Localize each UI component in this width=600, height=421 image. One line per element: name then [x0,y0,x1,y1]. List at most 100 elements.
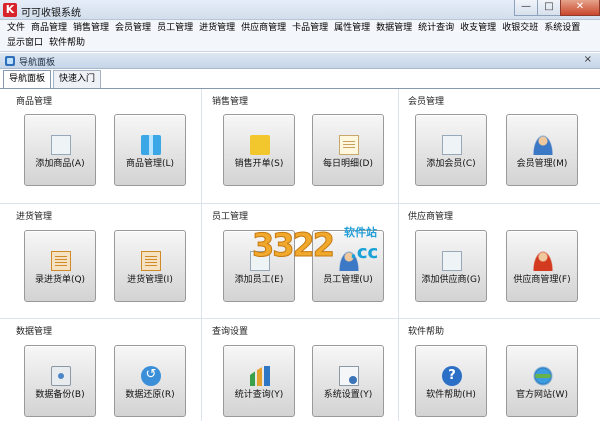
group-title: 供应商管理 [408,212,454,222]
panel-icon [5,56,15,66]
gift-icon [141,135,161,155]
tile-label: 商品管理(L) [125,159,175,169]
menu-attribute[interactable]: 属性管理 [331,21,373,36]
group-title: 会员管理 [408,97,445,107]
column-divider [201,89,202,421]
maximize-button[interactable]: □ [537,0,561,16]
menu-settings[interactable]: 系统设置 [541,21,583,36]
tile-label: 统计查询(Y) [234,390,284,400]
tile-label: 供应商管理(F) [513,275,571,285]
menu-help[interactable]: 软件帮助 [46,36,88,51]
tile-label: 添加商品(A) [35,159,85,169]
watermark-domain: .cc [350,242,379,263]
help-icon: ? [442,366,462,386]
minimize-button[interactable]: — [514,0,538,16]
group-sales: 销售管理 销售开单(S) 每日明细(D) [206,92,396,202]
group-title: 员工管理 [212,212,249,222]
tile-label: 数据备份(B) [35,390,85,400]
purchase-order-button[interactable]: 录进货单(Q) [24,230,96,302]
menu-supplier[interactable]: 供应商管理 [238,21,289,36]
tab-nav-panel[interactable]: 导航面板 [3,70,52,89]
group-title: 商品管理 [16,97,53,107]
tile-label: 每日明细(D) [323,159,373,169]
nav-panel-title: 导航面板 [19,58,56,68]
watermark-logo: 3322 软件站 .cc [251,222,402,276]
official-site-button[interactable]: 官方网站(W) [506,345,578,417]
sales-order-button[interactable]: 销售开单(S) [223,114,295,186]
software-help-button[interactable]: ? 软件帮助(H) [415,345,487,417]
menu-data[interactable]: 数据管理 [373,21,415,36]
group-data: 数据管理 数据备份(B) 数据还原(R) [10,322,200,421]
tile-label: 数据还原(R) [125,390,175,400]
tile-label: 添加供应商(G) [421,275,481,285]
purchase-order-icon [51,251,71,271]
menu-staff[interactable]: 员工管理 [154,21,196,36]
tile-label: 添加会员(C) [426,159,476,169]
tile-label: 官方网站(W) [516,390,568,400]
restore-icon [141,366,161,386]
member-icon [533,135,553,155]
group-title: 进货管理 [16,212,53,222]
data-restore-button[interactable]: 数据还原(R) [114,345,186,417]
menu-card[interactable]: 卡品管理 [289,21,331,36]
group-purchase: 进货管理 录进货单(Q) 进货管理(I) [10,207,200,317]
tab-quick-start[interactable]: 快速入门 [53,70,102,88]
daily-detail-button[interactable]: 每日明细(D) [312,114,384,186]
title-bar: K 可可收银系统 — □ ✕ [0,0,600,20]
system-settings-button[interactable]: 系统设置(Y) [312,345,384,417]
watermark-chinese: 软件站 [344,226,377,239]
group-supplier: 供应商管理 添加供应商(G) 供应商管理(F) [402,207,598,317]
add-member-icon [442,135,462,155]
tile-label: 录进货单(Q) [34,275,86,285]
group-title: 数据管理 [16,327,53,337]
group-product: 商品管理 添加商品(A) 商品管理(L) [10,92,200,202]
tile-label: 销售开单(S) [234,159,284,169]
close-button[interactable]: ✕ [560,0,600,16]
app-logo-icon: K [3,3,17,17]
menu-product[interactable]: 商品管理 [28,21,70,36]
menu-window[interactable]: 显示窗口 [4,36,46,51]
group-title: 软件帮助 [408,327,445,337]
window-title: 可可收银系统 [21,8,81,19]
group-member: 会员管理 添加会员(C) 会员管理(M) [402,92,598,202]
menu-purchase[interactable]: 进货管理 [196,21,238,36]
nav-tabs: 导航面板 快速入门 [3,70,103,89]
add-product-button[interactable]: 添加商品(A) [24,114,96,186]
group-help: 软件帮助 ? 软件帮助(H) 官方网站(W) [402,322,598,421]
settings-icon [339,366,359,386]
bar-chart-icon [250,366,270,386]
product-manage-button[interactable]: 商品管理(L) [114,114,186,186]
group-title: 查询设置 [212,327,249,337]
menu-statistics[interactable]: 统计查询 [415,21,457,36]
group-query: 查询设置 统计查询(Y) 系统设置(Y) [206,322,396,421]
purchase-manage-button[interactable]: 进货管理(I) [114,230,186,302]
tile-label: 软件帮助(H) [426,390,476,400]
purchase-list-icon [141,251,161,271]
row-divider [0,318,600,319]
menu-bar: 文件 商品管理 销售管理 会员管理 员工管理 进货管理 供应商管理 卡品管理 属… [0,20,600,52]
statistics-query-button[interactable]: 统计查询(Y) [223,345,295,417]
backup-disk-icon [51,366,71,386]
tile-label: 会员管理(M) [516,159,568,169]
add-supplier-button[interactable]: 添加供应商(G) [415,230,487,302]
nav-panel-header: 导航面板 × [0,53,600,69]
menu-income[interactable]: 收支管理 [457,21,499,36]
group-title: 销售管理 [212,97,249,107]
daily-detail-icon [339,135,359,155]
supplier-manage-button[interactable]: 供应商管理(F) [506,230,578,302]
globe-icon [533,366,553,386]
supplier-icon [533,251,553,271]
add-product-icon [51,135,71,155]
menu-shift[interactable]: 收银交班 [499,21,541,36]
menu-sales[interactable]: 销售管理 [70,21,112,36]
panel-close-icon[interactable]: × [584,54,592,65]
member-manage-button[interactable]: 会员管理(M) [506,114,578,186]
menu-file[interactable]: 文件 [4,21,28,36]
menu-member[interactable]: 会员管理 [112,21,154,36]
data-backup-button[interactable]: 数据备份(B) [24,345,96,417]
tile-label: 系统设置(Y) [323,390,373,400]
shopping-bag-icon [250,135,270,155]
tile-label: 进货管理(I) [127,275,173,285]
watermark-number: 3322 [251,226,335,265]
add-member-button[interactable]: 添加会员(C) [415,114,487,186]
